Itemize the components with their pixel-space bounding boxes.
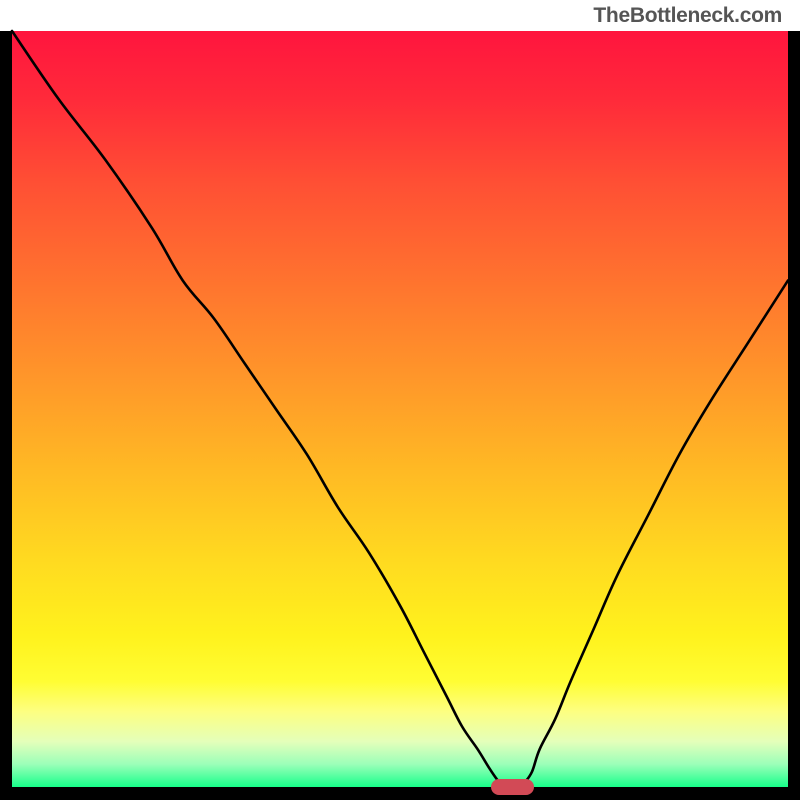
frame-left — [0, 31, 12, 800]
frame-bottom — [0, 787, 800, 800]
attribution-text: TheBottleneck.com — [593, 4, 782, 28]
chart-background — [12, 31, 788, 787]
frame-right — [788, 31, 800, 800]
optimal-marker — [491, 779, 534, 796]
